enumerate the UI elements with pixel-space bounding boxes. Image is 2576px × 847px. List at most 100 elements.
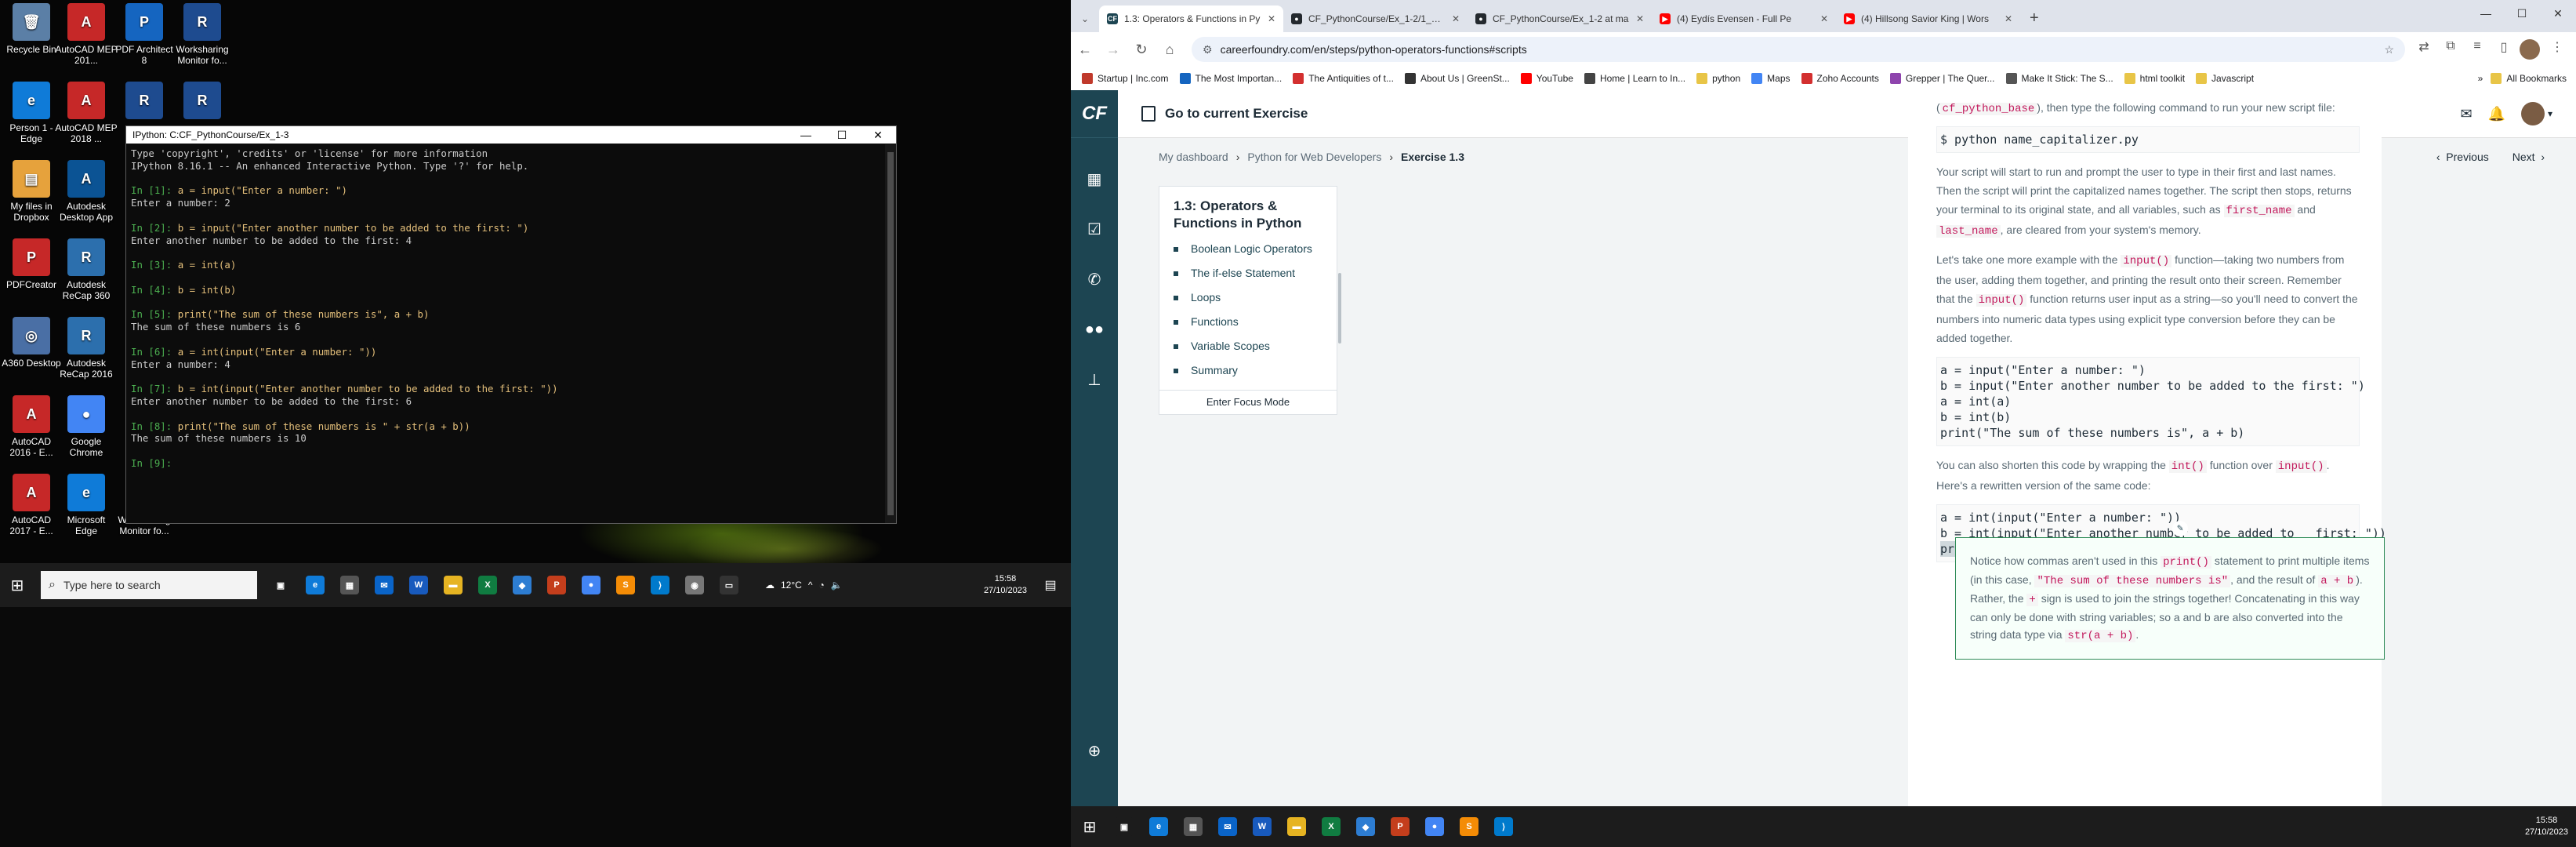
terminal-icon[interactable]: ▭ bbox=[713, 569, 745, 601]
bookmark-star-icon[interactable]: ☆ bbox=[2384, 43, 2394, 56]
menu-icon[interactable]: ⋮ bbox=[2546, 39, 2568, 60]
desktop-icon[interactable]: e Person 1 - Edge bbox=[0, 82, 63, 144]
checklist-icon[interactable]: ☑ bbox=[1071, 204, 1118, 254]
desktop-icon[interactable]: ◎ A360 Desktop bbox=[0, 317, 63, 369]
desktop-icon[interactable]: 🗑 Recycle Bin bbox=[0, 3, 63, 55]
sidebar-item[interactable]: Loops bbox=[1174, 285, 1326, 310]
edge-icon[interactable]: e bbox=[1143, 811, 1174, 842]
desktop-icon[interactable]: ● Google Chrome bbox=[55, 395, 118, 458]
home-icon[interactable]: ⌂ bbox=[1156, 42, 1184, 58]
app-icon[interactable]: ◆ bbox=[506, 569, 538, 601]
app-icon[interactable]: ◆ bbox=[1350, 811, 1381, 842]
extensions-icon[interactable]: ⧉ bbox=[2440, 39, 2462, 60]
store-icon[interactable]: ▦ bbox=[1177, 811, 1209, 842]
crumb-course[interactable]: Python for Web Developers bbox=[1247, 151, 1381, 163]
bookmark-item[interactable]: Javascript bbox=[2196, 73, 2254, 84]
translate-icon[interactable]: ⇄ bbox=[2413, 39, 2435, 60]
bookmark-item[interactable]: Zoho Accounts bbox=[1801, 73, 1879, 84]
desktop-icon[interactable]: A AutoCAD MEP 2018 ... bbox=[55, 82, 118, 144]
reload-icon[interactable]: ↻ bbox=[1127, 42, 1156, 58]
user-avatar[interactable]: ▾ bbox=[2520, 102, 2552, 125]
minimize-button[interactable]: — bbox=[788, 129, 824, 141]
sidebar-item[interactable]: The if-else Statement bbox=[1174, 261, 1326, 285]
site-info-icon[interactable]: ⚙ bbox=[1203, 43, 1213, 56]
sidebar-item[interactable]: Functions bbox=[1174, 310, 1326, 334]
sidebar-item[interactable]: Summary bbox=[1174, 358, 1326, 383]
desktop-icon[interactable]: A AutoCAD MEP 201... bbox=[55, 3, 118, 66]
bookmark-item[interactable]: Maps bbox=[1751, 73, 1791, 84]
goto-current-exercise[interactable]: Go to current Exercise bbox=[1141, 106, 1308, 122]
crumb-dashboard[interactable]: My dashboard bbox=[1159, 151, 1228, 163]
desktop-icon[interactable]: A AutoCAD 2016 - E... bbox=[0, 395, 63, 458]
edit-pencil-icon[interactable]: ✎ bbox=[2172, 521, 2188, 536]
close-tab-icon[interactable]: ✕ bbox=[1820, 13, 1828, 24]
desktop-icon[interactable]: P PDFCreator bbox=[0, 238, 63, 290]
desktop-icon[interactable]: ▤ My files in Dropbox bbox=[0, 160, 63, 223]
sidebar-scrollbar[interactable] bbox=[1338, 273, 1341, 344]
bookmark-item[interactable]: The Most Importan... bbox=[1179, 73, 1282, 84]
explorer-icon[interactable]: ▬ bbox=[437, 569, 469, 601]
desktop-icon[interactable]: R Worksharing Monitor fo... bbox=[171, 3, 234, 66]
edge-icon[interactable]: e bbox=[299, 569, 331, 601]
task-view-icon[interactable]: ▣ bbox=[1108, 811, 1140, 842]
sidepanel-icon[interactable]: ▯ bbox=[2493, 39, 2515, 60]
org-chart-icon[interactable]: ⊥ bbox=[1071, 354, 1118, 405]
profile-avatar[interactable] bbox=[2520, 39, 2542, 60]
weather-temp[interactable]: 12°C bbox=[781, 580, 802, 591]
minimize-button[interactable]: — bbox=[2468, 0, 2504, 27]
bookmark-item[interactable]: Home | Learn to In... bbox=[1584, 73, 1685, 84]
bookmark-item[interactable]: Make It Stick: The S... bbox=[2005, 73, 2113, 84]
word-icon[interactable]: W bbox=[1246, 811, 1278, 842]
sidebar-item[interactable]: Variable Scopes bbox=[1174, 334, 1326, 358]
browser-tab[interactable]: ▶ (4) Eydís Evensen - Full Pe ✕ bbox=[1652, 5, 1836, 32]
vscode-icon[interactable]: ⟩ bbox=[644, 569, 676, 601]
word-icon[interactable]: W bbox=[403, 569, 434, 601]
excel-icon[interactable]: X bbox=[472, 569, 503, 601]
browser-tab[interactable]: ▶ (4) Hillsong Savior King | Wors ✕ bbox=[1836, 5, 2020, 32]
previous-button[interactable]: ‹ Previous bbox=[2436, 151, 2489, 163]
chevron-up-icon[interactable]: ^ bbox=[808, 580, 813, 591]
browser-tab[interactable]: ● CF_PythonCourse/Ex_1-2/1_2-E ✕ bbox=[1283, 5, 1468, 32]
desktop-icon[interactable]: R bbox=[171, 82, 234, 122]
sidebar-item[interactable]: Boolean Logic Operators bbox=[1174, 237, 1326, 261]
python-icon[interactable]: ◉ bbox=[679, 569, 710, 601]
bookmark-item[interactable]: YouTube bbox=[1520, 73, 1573, 84]
bookmark-item[interactable]: Startup | Inc.com bbox=[1082, 73, 1169, 84]
windows-start-icon[interactable]: ⊞ bbox=[1074, 811, 1105, 842]
ipython-titlebar[interactable]: IPython: C:CF_PythonCourse/Ex_1-3 — ☐ ✕ bbox=[126, 126, 896, 144]
browser-tab[interactable]: ● CF_PythonCourse/Ex_1-2 at ma ✕ bbox=[1468, 5, 1652, 32]
weather-icon[interactable]: ☁ bbox=[765, 580, 775, 591]
support-icon[interactable]: ⊕ bbox=[1071, 725, 1118, 776]
focus-mode-button[interactable]: Enter Focus Mode bbox=[1159, 390, 1337, 414]
desktop-icon[interactable]: e Microsoft Edge bbox=[55, 474, 118, 536]
clock[interactable]: 15:58 27/10/2023 bbox=[2525, 815, 2568, 838]
close-tab-icon[interactable]: ✕ bbox=[1636, 13, 1644, 24]
sublime-icon[interactable]: S bbox=[1453, 811, 1485, 842]
phone-icon[interactable]: ✆ bbox=[1071, 254, 1118, 304]
chrome-icon[interactable]: ● bbox=[1419, 811, 1450, 842]
mail-icon[interactable]: ✉ bbox=[1212, 811, 1243, 842]
ipython-window[interactable]: IPython: C:CF_PythonCourse/Ex_1-3 — ☐ ✕ … bbox=[125, 125, 897, 524]
notification-icon[interactable]: ▤ bbox=[1035, 569, 1066, 601]
bell-icon[interactable]: 🔔 bbox=[2488, 106, 2505, 122]
address-bar[interactable]: ⚙ careerfoundry.com/en/steps/python-oper… bbox=[1192, 37, 2405, 62]
desktop-icon[interactable]: A Autodesk Desktop App bbox=[55, 160, 118, 223]
close-tab-icon[interactable]: ✕ bbox=[1452, 13, 1460, 24]
community-icon[interactable]: ●● bbox=[1071, 304, 1118, 354]
volume-icon[interactable]: 🔈 bbox=[831, 580, 843, 591]
forward-icon[interactable]: → bbox=[1099, 42, 1127, 58]
close-tab-icon[interactable]: ✕ bbox=[2005, 13, 2012, 24]
all-bookmarks[interactable]: » All Bookmarks bbox=[2478, 73, 2567, 84]
browser-tab[interactable]: CF 1.3: Operators & Functions in Py ✕ bbox=[1099, 5, 1283, 32]
explorer-icon[interactable]: ▬ bbox=[1281, 811, 1312, 842]
store-icon[interactable]: ▦ bbox=[334, 569, 365, 601]
bookmark-item[interactable]: Grepper | The Quer... bbox=[1889, 73, 1995, 84]
maximize-button[interactable]: ☐ bbox=[824, 129, 860, 142]
taskbar-search[interactable]: ⌕ Type here to search bbox=[41, 571, 257, 599]
new-tab-button[interactable]: + bbox=[2020, 9, 2048, 32]
mail-icon[interactable]: ✉ bbox=[2460, 106, 2472, 122]
console-scrollbar[interactable] bbox=[885, 144, 896, 523]
powerpoint-icon[interactable]: P bbox=[541, 569, 572, 601]
chrome-icon[interactable]: ● bbox=[575, 569, 607, 601]
back-icon[interactable]: ← bbox=[1071, 42, 1099, 58]
